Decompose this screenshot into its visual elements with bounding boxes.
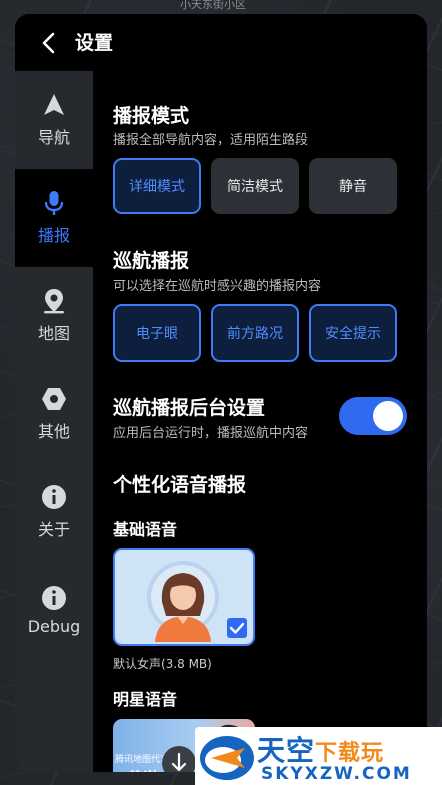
hexagon-icon [42,388,66,410]
cruise-title: 巡航播报 [113,250,190,272]
sidebar-item-broadcast[interactable]: 播报 [15,169,93,267]
settings-panel: 设置 导航 播报 地图 其他 关于 Debug 播报模式 播报全部导航内容，适用… [15,14,427,772]
sidebar-item-other[interactable]: 其他 [15,365,93,463]
sidebar-item-label: Debug [27,616,81,636]
map-label: 小天东街小区 [180,0,246,11]
sidebar-item-label: 播报 [37,226,70,245]
settings-content: 播报模式 播报全部导航内容，适用陌生路段 详细模式 简洁模式 静音 巡航播报 可… [93,71,427,772]
microphone-icon [44,191,64,215]
navigation-arrow-icon [44,94,64,115]
mode-concise-button[interactable]: 简洁模式 [211,158,299,214]
page-title: 设置 [75,32,114,54]
cruise-bg-toggle[interactable] [339,397,407,435]
star-voice-title: 明星语音 [113,690,178,709]
basic-voice-title: 基础语音 [113,520,178,539]
cruise-bg-title: 巡航播报后台设置 [113,397,266,419]
watermark-logo: 天空下载玩 SKYXZW.COM [195,727,442,785]
cruise-traffic-button[interactable]: 前方路况 [211,304,299,362]
header: 设置 [15,14,427,71]
cruise-bg-subtitle: 应用后台运行时，播报巡航中内容 [113,426,309,441]
broadcast-mode-title: 播报模式 [113,105,190,127]
back-button[interactable] [35,29,63,57]
download-arrow-icon [171,752,187,772]
info-icon [42,585,66,610]
default-voice-name: 默认女声(3.8 MB) [113,657,212,671]
sidebar-item-label: 其他 [37,422,70,441]
map-pin-icon [44,289,64,314]
sidebar-item-label: 关于 [37,520,70,539]
sidebar-item-label: 地图 [37,324,70,343]
sidebar-item-debug[interactable]: Debug [15,561,93,659]
personal-voice-title: 个性化语音播报 [113,474,247,496]
info-icon [42,485,66,509]
chevron-left-icon [42,32,55,54]
checkbox-checked-icon [227,618,247,638]
mode-detailed-button[interactable]: 详细模式 [113,158,201,214]
sidebar: 导航 播报 地图 其他 关于 Debug [15,71,93,772]
broadcast-mode-subtitle: 播报全部导航内容，适用陌生路段 [113,133,309,148]
default-voice-card[interactable] [113,548,255,646]
cruise-camera-button[interactable]: 电子眼 [113,304,201,362]
cruise-subtitle: 可以选择在巡航时感兴趣的播报内容 [113,279,322,294]
sidebar-item-label: 导航 [37,128,70,147]
watermark-en-text: SKYXZW.COM [261,764,412,784]
watermark-cn-text: 天空下载玩 [257,734,385,767]
star-card-name: 黄渤 [127,765,159,772]
mode-mute-button[interactable]: 静音 [309,158,397,214]
cloud-plane-logo-icon [200,736,254,780]
sidebar-item-about[interactable]: 关于 [15,463,93,561]
sidebar-item-map[interactable]: 地图 [15,267,93,365]
toggle-knob [373,401,403,431]
cruise-safety-button[interactable]: 安全提示 [309,304,397,362]
sidebar-item-navigation[interactable]: 导航 [15,71,93,169]
download-button[interactable] [162,746,196,772]
star-card-caption: 腾讯地图代言 [115,755,170,765]
